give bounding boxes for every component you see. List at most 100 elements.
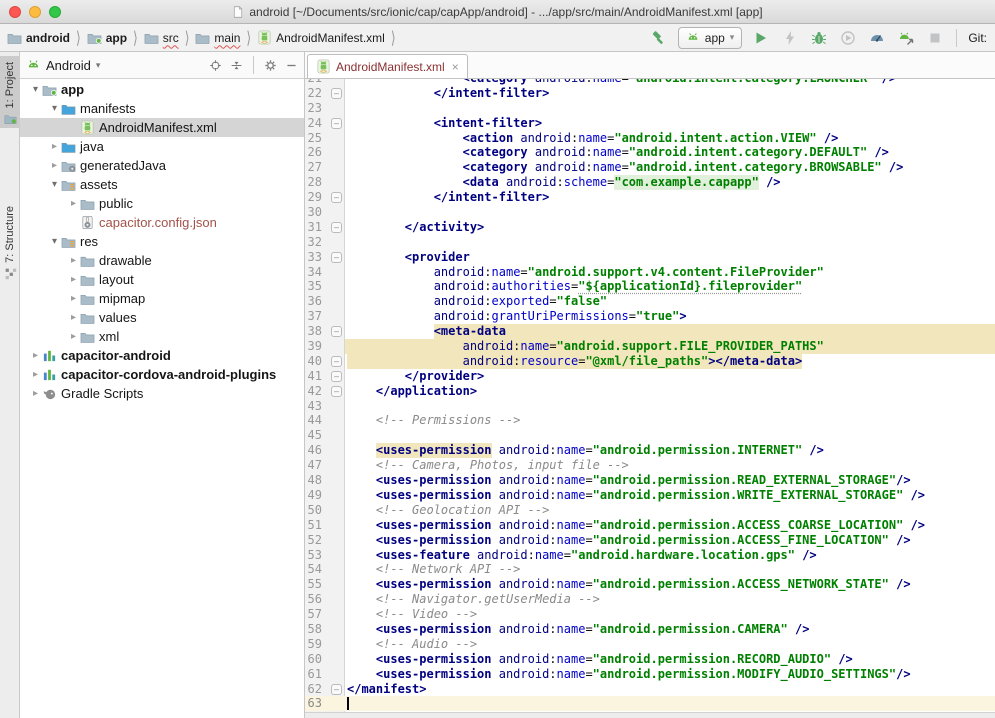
line-number[interactable]: 38– — [305, 324, 345, 339]
code-line-58[interactable]: 58 <uses-permission android:name="androi… — [305, 622, 995, 637]
code-line-text[interactable]: <!-- Audio --> — [345, 637, 995, 652]
code-line-54[interactable]: 54 <!-- Network API --> — [305, 562, 995, 577]
line-number[interactable]: 54 — [305, 562, 345, 577]
code-line-text[interactable]: <action android:name="android.intent.act… — [345, 131, 995, 146]
line-number[interactable]: 46 — [305, 443, 345, 458]
tab-androidmanifest[interactable]: <> AndroidManifest.xml × — [307, 54, 468, 78]
code-line-30[interactable]: 30 — [305, 205, 995, 220]
line-number[interactable]: 56 — [305, 592, 345, 607]
tree-item-app[interactable]: ▾app — [20, 80, 304, 99]
code-line-25[interactable]: 25 <action android:name="android.intent.… — [305, 131, 995, 146]
line-number[interactable]: 27 — [305, 160, 345, 175]
stop-square-button[interactable] — [925, 28, 945, 48]
code-line-text[interactable]: </activity> — [345, 220, 995, 235]
breadcrumb-item-android[interactable]: android — [4, 30, 73, 45]
line-number[interactable]: 60 — [305, 652, 345, 667]
line-number[interactable]: 57 — [305, 607, 345, 622]
tree-item-capacitor-config-json[interactable]: {}capacitor.config.json — [20, 213, 304, 232]
code-line-text[interactable]: <meta-data — [345, 324, 995, 339]
tree-collapsed-arrow-icon[interactable]: ▸ — [68, 331, 79, 342]
line-number[interactable]: 48 — [305, 473, 345, 488]
code-line-61[interactable]: 61 <uses-permission android:name="androi… — [305, 667, 995, 682]
line-number[interactable]: 39 — [305, 339, 345, 354]
code-line-60[interactable]: 60 <uses-permission android:name="androi… — [305, 652, 995, 667]
tree-collapsed-arrow-icon[interactable]: ▸ — [68, 255, 79, 266]
code-line-34[interactable]: 34 android:name="android.support.v4.cont… — [305, 265, 995, 280]
line-number[interactable]: 45 — [305, 428, 345, 443]
code-line-text[interactable]: <!-- Permissions --> — [345, 413, 995, 428]
code-line-text[interactable]: </intent-filter> — [345, 86, 995, 101]
code-line-text[interactable]: <data android:scheme="com.example.capapp… — [345, 175, 995, 190]
code-line-32[interactable]: 32 — [305, 235, 995, 250]
code-line-text[interactable]: </application> — [345, 384, 995, 399]
code-line-63[interactable]: 63 — [305, 696, 995, 711]
code-line-50[interactable]: 50 <!-- Geolocation API --> — [305, 503, 995, 518]
code-line-37[interactable]: 37 android:grantUriPermissions="true"> — [305, 309, 995, 324]
code-line-text[interactable]: <uses-permission android:name="android.p… — [345, 488, 995, 503]
fold-marker-icon[interactable]: – — [331, 252, 342, 263]
code-line-text[interactable] — [345, 205, 995, 220]
code-line-text[interactable]: android:authorities="${applicationId}.fi… — [345, 279, 995, 294]
tree-expanded-arrow-icon[interactable]: ▾ — [49, 103, 60, 114]
line-number[interactable]: 22– — [305, 86, 345, 101]
build-hammer-button[interactable] — [649, 28, 669, 48]
code-line-56[interactable]: 56 <!-- Navigator.getUserMedia --> — [305, 592, 995, 607]
line-number[interactable]: 36 — [305, 294, 345, 309]
code-line-text[interactable]: <provider — [345, 250, 995, 265]
line-number[interactable]: 50 — [305, 503, 345, 518]
tree-collapsed-arrow-icon[interactable]: ▸ — [30, 350, 41, 361]
tree-item-public[interactable]: ▸public — [20, 194, 304, 213]
code-line-text[interactable]: </provider> — [345, 369, 995, 384]
code-line-57[interactable]: 57 <!-- Video --> — [305, 607, 995, 622]
code-line-39[interactable]: 39 android:name="android.support.FILE_PR… — [305, 339, 995, 354]
line-number[interactable]: 33– — [305, 250, 345, 265]
line-number[interactable]: 34 — [305, 265, 345, 280]
code-line-text[interactable]: android:resource="@xml/file_paths"></met… — [345, 354, 995, 369]
zoom-window-icon[interactable] — [49, 6, 61, 18]
code-line-text[interactable]: <!-- Video --> — [345, 607, 995, 622]
code-line-46[interactable]: 46 <uses-permission android:name="androi… — [305, 443, 995, 458]
code-line-47[interactable]: 47 <!-- Camera, Photos, input file --> — [305, 458, 995, 473]
chevron-down-icon[interactable]: ▾ — [96, 60, 101, 71]
line-number[interactable]: 47 — [305, 458, 345, 473]
line-number[interactable]: 51 — [305, 518, 345, 533]
code-line-49[interactable]: 49 <uses-permission android:name="androi… — [305, 488, 995, 503]
code-line-text[interactable]: android:name="android.support.FILE_PROVI… — [345, 339, 995, 354]
tree-expanded-arrow-icon[interactable]: ▾ — [30, 84, 41, 95]
tree-item-capacitor-cordova-android-plugins[interactable]: ▸capacitor-cordova-android-plugins — [20, 365, 304, 384]
code-line-text[interactable]: </manifest> — [345, 682, 995, 697]
code-line-text[interactable]: <uses-permission android:name="android.p… — [345, 652, 995, 667]
tree-item-manifests[interactable]: ▾manifests — [20, 99, 304, 118]
tree-item-java[interactable]: ▸java — [20, 137, 304, 156]
run-configuration-select[interactable]: app▾ — [678, 27, 743, 49]
line-number[interactable]: 37 — [305, 309, 345, 324]
tool-window-tab-project[interactable]: 1: Project — [0, 56, 20, 128]
code-line-text[interactable]: android:exported="false" — [345, 294, 995, 309]
fold-marker-icon[interactable]: – — [331, 386, 342, 397]
code-line-text[interactable]: android:grantUriPermissions="true"> — [345, 309, 995, 324]
tree-item-gradle-scripts[interactable]: ▸Gradle Scripts — [20, 384, 304, 403]
code-line-text[interactable]: <uses-permission android:name="android.p… — [345, 533, 995, 548]
code-line-31[interactable]: 31– </activity> — [305, 220, 995, 235]
line-number[interactable]: 32 — [305, 235, 345, 250]
code-line-text[interactable]: <!-- Geolocation API --> — [345, 503, 995, 518]
code-line-text[interactable]: <category android:name="android.intent.c… — [345, 160, 995, 175]
tree-collapsed-arrow-icon[interactable]: ▸ — [30, 369, 41, 380]
line-number[interactable]: 52 — [305, 533, 345, 548]
code-line-text[interactable]: <category android:name="android.intent.c… — [345, 145, 995, 160]
breadcrumb-item-app[interactable]: app — [84, 30, 130, 45]
fold-marker-icon[interactable]: – — [331, 222, 342, 233]
fold-marker-icon[interactable]: – — [331, 371, 342, 382]
project-view-selector[interactable]: Android — [46, 58, 91, 73]
tree-item-layout[interactable]: ▸layout — [20, 270, 304, 289]
run-coverage-button[interactable] — [838, 28, 858, 48]
close-window-icon[interactable] — [9, 6, 21, 18]
tree-collapsed-arrow-icon[interactable]: ▸ — [68, 198, 79, 209]
tree-collapsed-arrow-icon[interactable]: ▸ — [68, 312, 79, 323]
code-line-55[interactable]: 55 <uses-permission android:name="androi… — [305, 577, 995, 592]
line-number[interactable]: 26 — [305, 145, 345, 160]
fold-marker-icon[interactable]: – — [331, 88, 342, 99]
code-line-35[interactable]: 35 android:authorities="${applicationId}… — [305, 279, 995, 294]
fold-marker-icon[interactable]: – — [331, 684, 342, 695]
fold-marker-icon[interactable]: – — [331, 118, 342, 129]
